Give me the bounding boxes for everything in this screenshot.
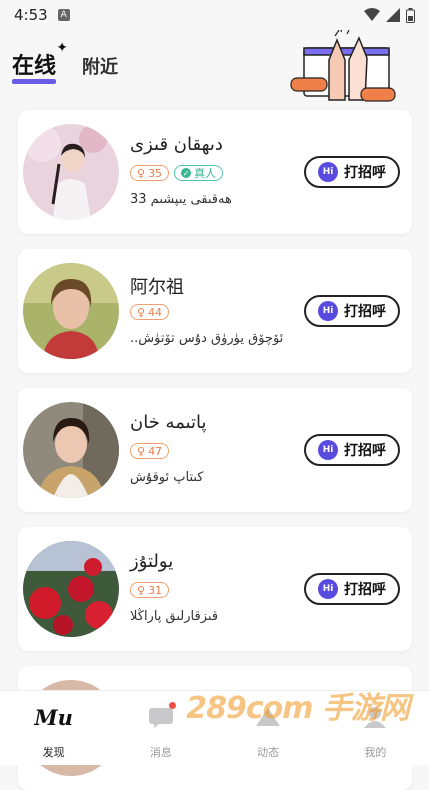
user-name: 阿尔祖: [130, 277, 184, 298]
age-value: 31: [148, 583, 163, 597]
greet-label: 打招呼: [344, 582, 386, 598]
user-name: يولتۇز: [130, 551, 174, 572]
age-badge: ♀ 31: [130, 582, 170, 598]
tab-active-indicator: [12, 79, 57, 84]
greet-button[interactable]: Hi 打招呼: [304, 156, 400, 188]
user-badges: ♀ 31: [130, 582, 170, 598]
nav-discover[interactable]: Mu 发现: [0, 691, 107, 765]
user-badges: ♀ 47: [130, 443, 170, 459]
avatar[interactable]: [23, 124, 119, 220]
user-bio: كىتاپ ئوقۇش: [130, 470, 204, 485]
hi-icon: Hi: [318, 162, 338, 182]
greet-button[interactable]: Hi 打招呼: [304, 295, 400, 327]
female-icon: ♀: [137, 583, 146, 597]
header: 在线 ✦ 附近: [0, 30, 429, 108]
user-card[interactable]: 阿尔祖 ♀ 44 ..ئۆچۆق يۈرۈق دۇس تۆتۈش Hi 打招呼: [18, 249, 412, 373]
tab-online-label: 在线: [12, 54, 57, 79]
age-badge: ♀ 47: [130, 443, 170, 459]
message-icon: [148, 708, 173, 728]
nav-moments-label: 动态: [257, 746, 280, 759]
wifi-icon: [364, 8, 380, 21]
tab-online[interactable]: 在线 ✦: [12, 40, 68, 84]
user-badges: ♀ 35 ✓ 真人: [130, 165, 224, 181]
notification-badge-icon: A: [57, 9, 70, 21]
user-name: پاتىمە خان: [130, 412, 207, 433]
female-icon: ♀: [137, 444, 146, 458]
verified-badge: ✓ 真人: [174, 165, 224, 181]
avatar[interactable]: [23, 541, 119, 637]
avatar[interactable]: [23, 402, 119, 498]
nav-messages-label: 消息: [149, 746, 172, 759]
age-badge: ♀ 35: [130, 165, 170, 181]
hi-icon: Hi: [318, 579, 338, 599]
signal-icon: [386, 8, 400, 22]
status-time: 4:53: [14, 6, 48, 24]
avatar[interactable]: [23, 263, 119, 359]
nav-discover-label: 发现: [42, 746, 65, 759]
hi-icon: Hi: [318, 440, 338, 460]
mu-logo-icon: Mu: [34, 704, 73, 730]
user-name: دىهقان قىزى: [130, 134, 223, 155]
check-icon: ✓: [181, 168, 192, 178]
age-value: 47: [148, 444, 163, 458]
female-icon: ♀: [137, 166, 146, 180]
high-five-illustration-icon: [290, 30, 396, 102]
battery-icon: [406, 7, 415, 23]
user-bio: ..ئۆچۆق يۈرۈق دۇس تۆتۈش: [130, 331, 284, 346]
user-bio: ھەقىقى يىپشىم 33: [130, 192, 232, 207]
greet-label: 打招呼: [344, 304, 386, 320]
greet-button[interactable]: Hi 打招呼: [304, 434, 400, 466]
status-bar: 4:53 A: [0, 0, 429, 30]
tab-nearby[interactable]: 附近: [82, 53, 118, 79]
verified-label: 真人: [194, 167, 217, 180]
greet-button[interactable]: Hi 打招呼: [304, 573, 400, 605]
watermark: 289com 手游网: [186, 691, 410, 726]
nav-profile-label: 我的: [364, 746, 387, 759]
female-icon: ♀: [137, 305, 146, 319]
age-value: 44: [148, 305, 163, 319]
greet-label: 打招呼: [344, 443, 386, 459]
hi-icon: Hi: [318, 301, 338, 321]
user-bio: قىزقارلىق پاراڭلا: [130, 609, 219, 624]
age-value: 35: [148, 166, 163, 180]
user-card[interactable]: يولتۇز ♀ 31 قىزقارلىق پاراڭلا Hi 打招呼: [18, 527, 412, 651]
unread-dot: [168, 702, 176, 709]
age-badge: ♀ 44: [130, 304, 170, 320]
greet-label: 打招呼: [344, 165, 386, 181]
sparkle-icon: ✦: [56, 40, 69, 56]
user-badges: ♀ 44: [130, 304, 170, 320]
user-card[interactable]: پاتىمە خان ♀ 47 كىتاپ ئوقۇش Hi 打招呼: [18, 388, 412, 512]
user-card[interactable]: دىهقان قىزى ♀ 35 ✓ 真人 ھەقىقى يىپشىم 33 Hi …: [18, 110, 412, 234]
